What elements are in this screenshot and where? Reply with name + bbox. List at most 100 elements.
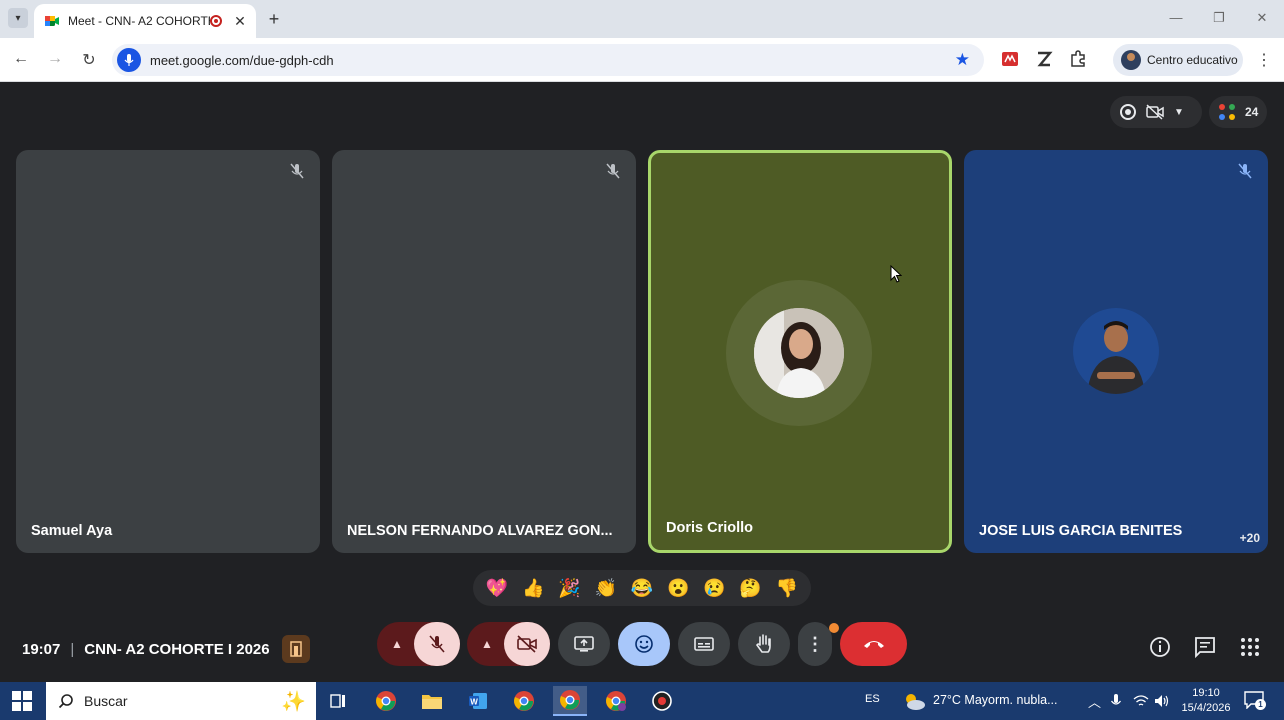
tab-close-button[interactable]: ✕ [232, 13, 248, 30]
word-icon[interactable]: W [461, 686, 495, 716]
minimize-button[interactable]: — [1166, 10, 1186, 25]
reaction-heart-button[interactable]: 💖 [486, 578, 508, 599]
browser-tab-bar: ▾ Meet - CNN- A2 COHORTE ✕ + — ❐ ✕ [0, 0, 1284, 38]
hang-up-icon [863, 641, 884, 648]
meeting-details: 19:07 | CNN- A2 COHORTE I 2026 [22, 635, 310, 663]
chat-button[interactable] [1193, 635, 1217, 659]
back-arrow-icon[interactable]: ← [11, 50, 31, 68]
camera-off-icon [1146, 104, 1164, 120]
present-screen-button[interactable] [558, 622, 610, 666]
address-bar[interactable]: meet.google.com/due-gdph-cdh ★ [112, 44, 984, 76]
reaction-clap-button[interactable]: 👏 [595, 578, 617, 599]
leave-call-button[interactable] [840, 622, 907, 666]
chrome-profile-taskbar-icon[interactable] [599, 686, 633, 716]
participant-name: Samuel Aya [31, 523, 113, 539]
browser-menu-icon[interactable]: ⋮ [1256, 50, 1272, 70]
apps-grid-icon [1241, 638, 1259, 656]
reaction-laugh-button[interactable]: 😂 [631, 578, 653, 599]
info-icon [1150, 637, 1170, 657]
notifications-button[interactable]: 1 [1244, 691, 1266, 711]
meet-stage: ▼ 24 Samuel Aya NELSON FERNANDO ALVAREZ … [0, 82, 1284, 682]
url-text: meet.google.com/due-gdph-cdh [150, 52, 334, 68]
recording-icon [1120, 104, 1136, 120]
participant-name: JOSE LUIS GARCIA BENITES [979, 523, 1183, 539]
reaction-thumbs-up-button[interactable]: 👍 [522, 578, 544, 599]
extension-red-icon[interactable] [1001, 50, 1019, 68]
participant-avatar [1073, 308, 1159, 394]
participant-count: 24 [1245, 105, 1259, 119]
search-icon [58, 694, 73, 709]
reaction-thumbs-down-button[interactable]: 👎 [776, 578, 798, 599]
input-language[interactable]: ES [865, 693, 880, 705]
tray-overflow-chevron-icon[interactable]: ︿ [1088, 692, 1101, 711]
restore-button[interactable]: ❐ [1209, 10, 1229, 26]
participant-tile[interactable]: NELSON FERNANDO ALVAREZ GON... [332, 150, 636, 553]
mic-options-chevron-icon[interactable]: ▲ [391, 637, 403, 651]
participant-tile[interactable]: JOSE LUIS GARCIA BENITES +20 [964, 150, 1268, 553]
notification-dot [829, 623, 839, 633]
windows-taskbar: Buscar ✨ W ES 27°C Mayorm. nubla... ︿ 19… [0, 682, 1284, 720]
wifi-icon[interactable] [1133, 694, 1149, 708]
extension-z-icon[interactable] [1035, 50, 1053, 68]
browser-tab-meet[interactable]: Meet - CNN- A2 COHORTE ✕ [34, 4, 256, 38]
more-vertical-icon: ⋮ [806, 633, 824, 654]
reaction-thinking-button[interactable]: 🤔 [739, 578, 761, 599]
reaction-party-button[interactable]: 🎉 [558, 578, 580, 599]
chrome-taskbar-icon-2[interactable] [507, 686, 541, 716]
weather-text[interactable]: 27°C Mayorm. nubla... [933, 693, 1058, 707]
task-view-icon[interactable] [321, 686, 355, 716]
meeting-name: CNN- A2 COHORTE I 2026 [84, 640, 270, 658]
windows-start-icon[interactable] [12, 691, 32, 711]
camera-options-chevron-icon[interactable]: ▲ [481, 637, 493, 651]
reaction-surprised-button[interactable]: 😮 [667, 578, 689, 599]
participant-tile-active-speaker[interactable]: Doris Criollo [648, 150, 952, 553]
reactions-bar: 💖 👍 🎉 👏 😂 😮 😢 🤔 👎 [473, 570, 811, 606]
activities-button[interactable] [1238, 635, 1262, 659]
system-clock[interactable]: 19:10 15/4/2026 [1176, 686, 1236, 716]
host-controls-icon[interactable] [281, 635, 310, 663]
screen-recorder-icon[interactable] [645, 686, 679, 716]
google-meet-favicon-icon [44, 13, 60, 29]
present-screen-icon [574, 636, 594, 652]
more-options-button[interactable]: ⋮ [798, 622, 832, 666]
chrome-taskbar-icon[interactable] [369, 686, 403, 716]
emoji-icon [635, 635, 653, 653]
profile-button[interactable]: Centro educativo [1113, 44, 1243, 76]
search-placeholder: Buscar [84, 693, 128, 709]
raise-hand-button[interactable] [738, 622, 790, 666]
camera-off-icon [517, 635, 537, 653]
recording-controls[interactable]: ▼ [1110, 96, 1202, 128]
reload-icon[interactable]: ↻ [79, 50, 99, 70]
captions-icon [694, 637, 714, 651]
taskbar-search[interactable]: Buscar ✨ [46, 682, 316, 720]
microphone-in-use-icon[interactable] [117, 48, 141, 72]
tab-title: Meet - CNN- A2 COHORTE [68, 14, 210, 28]
chrome-taskbar-icon-active[interactable] [553, 686, 587, 716]
clock-time: 19:10 [1192, 687, 1220, 699]
meeting-info-button[interactable] [1148, 635, 1172, 659]
participant-name: Doris Criollo [666, 520, 754, 536]
reaction-sad-button[interactable]: 😢 [703, 578, 725, 599]
clock-date: 15/4/2026 [1181, 702, 1231, 714]
microphone-tray-icon[interactable] [1110, 693, 1122, 709]
bookmark-star-icon[interactable]: ★ [955, 50, 970, 70]
reactions-toggle-button[interactable] [618, 622, 670, 666]
separator: | [70, 640, 75, 658]
new-tab-button[interactable]: + [264, 9, 284, 30]
chevron-down-icon: ▼ [1174, 106, 1184, 118]
mouse-cursor-icon [890, 265, 902, 283]
mic-off-icon [606, 163, 620, 179]
volume-icon[interactable] [1154, 694, 1170, 708]
participants-button[interactable]: 24 [1209, 96, 1267, 128]
microphone-toggle-button[interactable] [414, 622, 460, 666]
tab-search-button[interactable]: ▾ [8, 8, 28, 28]
participant-tile[interactable]: Samuel Aya [16, 150, 320, 553]
file-explorer-icon[interactable] [415, 686, 449, 716]
notification-count: 1 [1255, 699, 1266, 710]
captions-button[interactable] [678, 622, 730, 666]
forward-arrow-icon[interactable]: → [45, 50, 65, 68]
camera-toggle-button[interactable] [504, 622, 550, 666]
hidden-participants-count[interactable]: +20 [1240, 531, 1260, 545]
close-window-button[interactable]: ✕ [1252, 10, 1272, 26]
extensions-puzzle-icon[interactable] [1069, 50, 1087, 68]
